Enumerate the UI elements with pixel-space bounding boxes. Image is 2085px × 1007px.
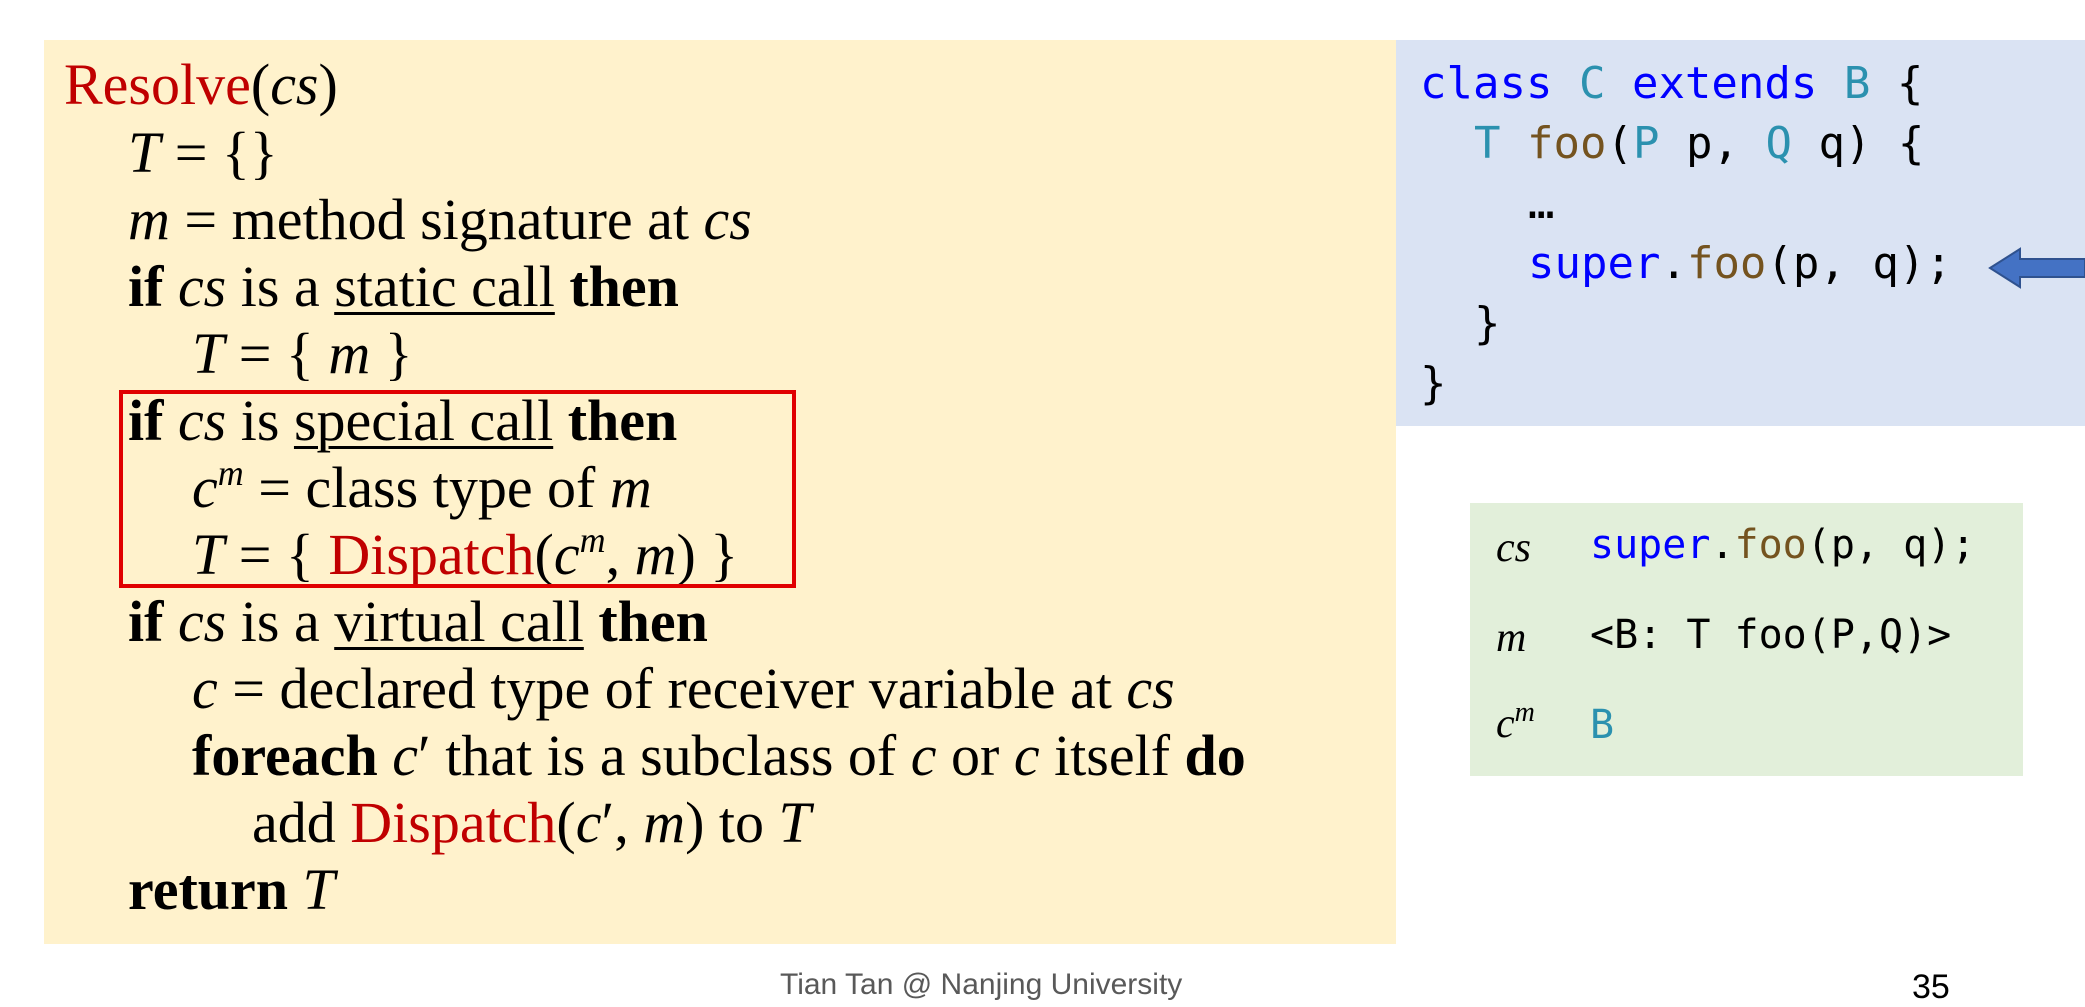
var-c: c: [192, 656, 218, 721]
line-m-assign: m = method signature at cs: [128, 187, 752, 253]
class-name: C: [1578, 58, 1606, 109]
kw-then: then: [569, 254, 679, 319]
code-line-ellipsis: …: [1528, 174, 1555, 234]
method-name: foo: [1686, 238, 1767, 289]
ellipsis: …: [1528, 178, 1555, 229]
line-foreach: foreach c′ that is a subclass of c or c …: [192, 723, 1246, 789]
label-text: c: [1496, 701, 1515, 747]
var-cs: cs: [1126, 656, 1175, 721]
table-value-cs: super.foo(p, q);: [1590, 522, 1976, 568]
var-cs: cs: [177, 254, 227, 319]
param-type-p: P: [1632, 118, 1660, 169]
prime-mark: ′: [601, 790, 615, 855]
code-line-super-call: super.foo(p, q);: [1528, 238, 1952, 289]
code-line-method-close: }: [1474, 294, 1501, 354]
method-name: foo: [1527, 118, 1607, 169]
var-c: c: [1013, 723, 1040, 788]
param-p: p,: [1659, 118, 1766, 169]
kw-do: do: [1184, 723, 1246, 788]
var-c: c: [910, 723, 937, 788]
brace-close: }: [1474, 298, 1501, 349]
kw-return: return: [128, 857, 289, 922]
table-label-m: m: [1496, 614, 1526, 662]
kw-super: super: [1590, 522, 1711, 568]
to-text: to: [704, 790, 779, 855]
var-T: T: [302, 857, 335, 922]
resolve-function-name: Resolve: [64, 52, 251, 117]
param-q: q) {: [1791, 118, 1925, 169]
code-line-class: class C extends B {: [1420, 54, 1923, 114]
table-label-cm: cm: [1496, 697, 1535, 748]
static-call-term: static call: [334, 254, 555, 319]
kw-foreach: foreach: [192, 723, 378, 788]
var-c: c: [575, 790, 602, 855]
kw-then: then: [598, 589, 708, 654]
kw-if: if: [128, 589, 164, 654]
table-value-m: <B: T foo(P,Q)>: [1590, 612, 1951, 658]
kw-class: class: [1420, 58, 1553, 109]
var-m: m: [128, 187, 170, 252]
empty-set: = {}: [160, 120, 278, 185]
value-text: <B: T foo(P,Q)>: [1590, 612, 1952, 658]
value-text: B: [1590, 702, 1615, 748]
declared-type-text: = declared type of receiver variable at: [217, 656, 1127, 721]
label-text: cs: [1496, 525, 1531, 571]
code-line-method: T foo(P p, Q q) {: [1474, 118, 1925, 169]
or-text: or: [936, 723, 1014, 788]
var-T: T: [128, 120, 161, 185]
kw-if: if: [128, 254, 164, 319]
footer-credit: Tian Tan @ Nanjing University: [780, 968, 1183, 1001]
dispatch-name: Dispatch: [350, 790, 557, 855]
var-T: T: [192, 321, 225, 386]
call-args: (p, q);: [1806, 522, 1976, 568]
table-label-cs: cs: [1496, 524, 1531, 572]
title-arg: cs: [270, 52, 319, 117]
line-if-virtual: if cs is a virtual call then: [128, 589, 708, 655]
set-open: = {: [224, 321, 329, 386]
line-add-dispatch: add Dispatch(c′, m) to T: [252, 790, 811, 855]
virtual-call-term: virtual call: [334, 589, 584, 654]
method-name: foo: [1734, 522, 1807, 568]
code-line-class-close: }: [1420, 354, 1447, 414]
var-T: T: [778, 790, 811, 855]
var-cs: cs: [177, 589, 227, 654]
return-type: T: [1474, 118, 1501, 169]
superscript-m: m: [1514, 697, 1535, 728]
line-c-declared: c = declared type of receiver variable a…: [192, 656, 1175, 722]
param-type-q: Q: [1765, 118, 1792, 169]
kw-super: super: [1528, 238, 1661, 289]
call-args: (p, q);: [1766, 238, 1952, 289]
itself-text: itself: [1039, 723, 1185, 788]
var-m: m: [328, 321, 371, 386]
text-is-a: is a: [226, 254, 335, 319]
kw-extends: extends: [1631, 58, 1818, 109]
line-T-init: T = {}: [128, 120, 278, 186]
var-m: m: [643, 790, 686, 855]
base-class-name: B: [1843, 58, 1871, 109]
special-call-highlight-box: [119, 390, 796, 588]
line-if-static: if cs is a static call then: [128, 254, 679, 320]
add-text: add: [252, 790, 351, 855]
algorithm-title: Resolve(cs): [64, 52, 338, 117]
prime-mark: ′: [418, 723, 431, 788]
var-c: c: [392, 723, 419, 788]
left-arrow-icon: [1988, 247, 2085, 289]
table-value-cm: B: [1590, 702, 1614, 748]
m-desc: = method signature at: [169, 187, 704, 252]
var-cs: cs: [703, 187, 752, 252]
label-text: m: [1496, 615, 1527, 661]
line-T-static: T = { m }: [192, 321, 413, 387]
line-return: return T: [128, 857, 335, 923]
brace-close: }: [1420, 358, 1447, 409]
set-close: }: [370, 321, 413, 386]
page-number: 35: [1912, 968, 1950, 1006]
text-is-a: is a: [226, 589, 335, 654]
subclass-text: that is a subclass of: [430, 723, 911, 788]
brace-open: {: [1870, 58, 1924, 109]
